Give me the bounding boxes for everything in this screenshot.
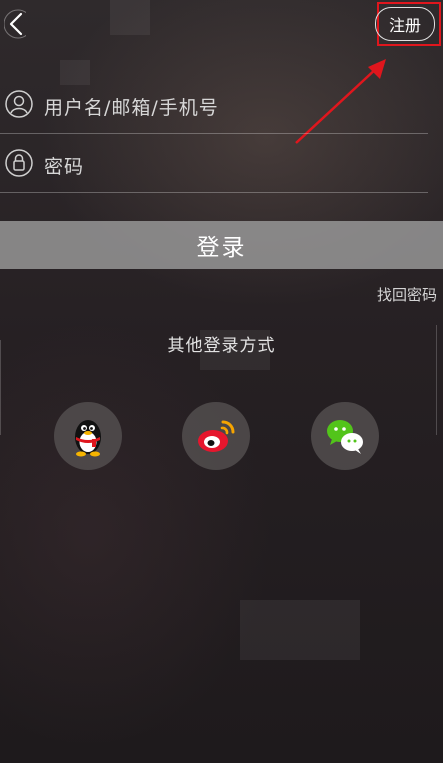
mosaic-overlay xyxy=(240,600,360,660)
chevron-left-icon xyxy=(4,9,26,39)
weibo-login-button[interactable] xyxy=(182,402,250,470)
password-placeholder: 密码 xyxy=(44,156,85,178)
mosaic-overlay xyxy=(110,0,150,35)
login-button[interactable]: 登录 xyxy=(0,221,443,269)
password-field[interactable]: 密码 xyxy=(0,136,428,193)
lock-icon xyxy=(5,149,33,177)
wechat-login-button[interactable] xyxy=(311,402,379,470)
user-icon xyxy=(5,90,33,118)
username-field[interactable]: 用户名/邮箱/手机号 xyxy=(0,77,428,134)
back-button[interactable] xyxy=(0,6,30,42)
weibo-icon xyxy=(198,420,235,452)
forgot-password-link[interactable]: 找回密码 xyxy=(377,284,437,305)
other-login-title: 其他登录方式 xyxy=(167,336,276,356)
wechat-icon xyxy=(327,420,363,454)
username-placeholder: 用户名/邮箱/手机号 xyxy=(44,97,219,119)
qq-icon xyxy=(75,420,101,457)
qq-login-button[interactable] xyxy=(54,402,122,470)
register-button[interactable]: 注册 xyxy=(375,7,435,41)
